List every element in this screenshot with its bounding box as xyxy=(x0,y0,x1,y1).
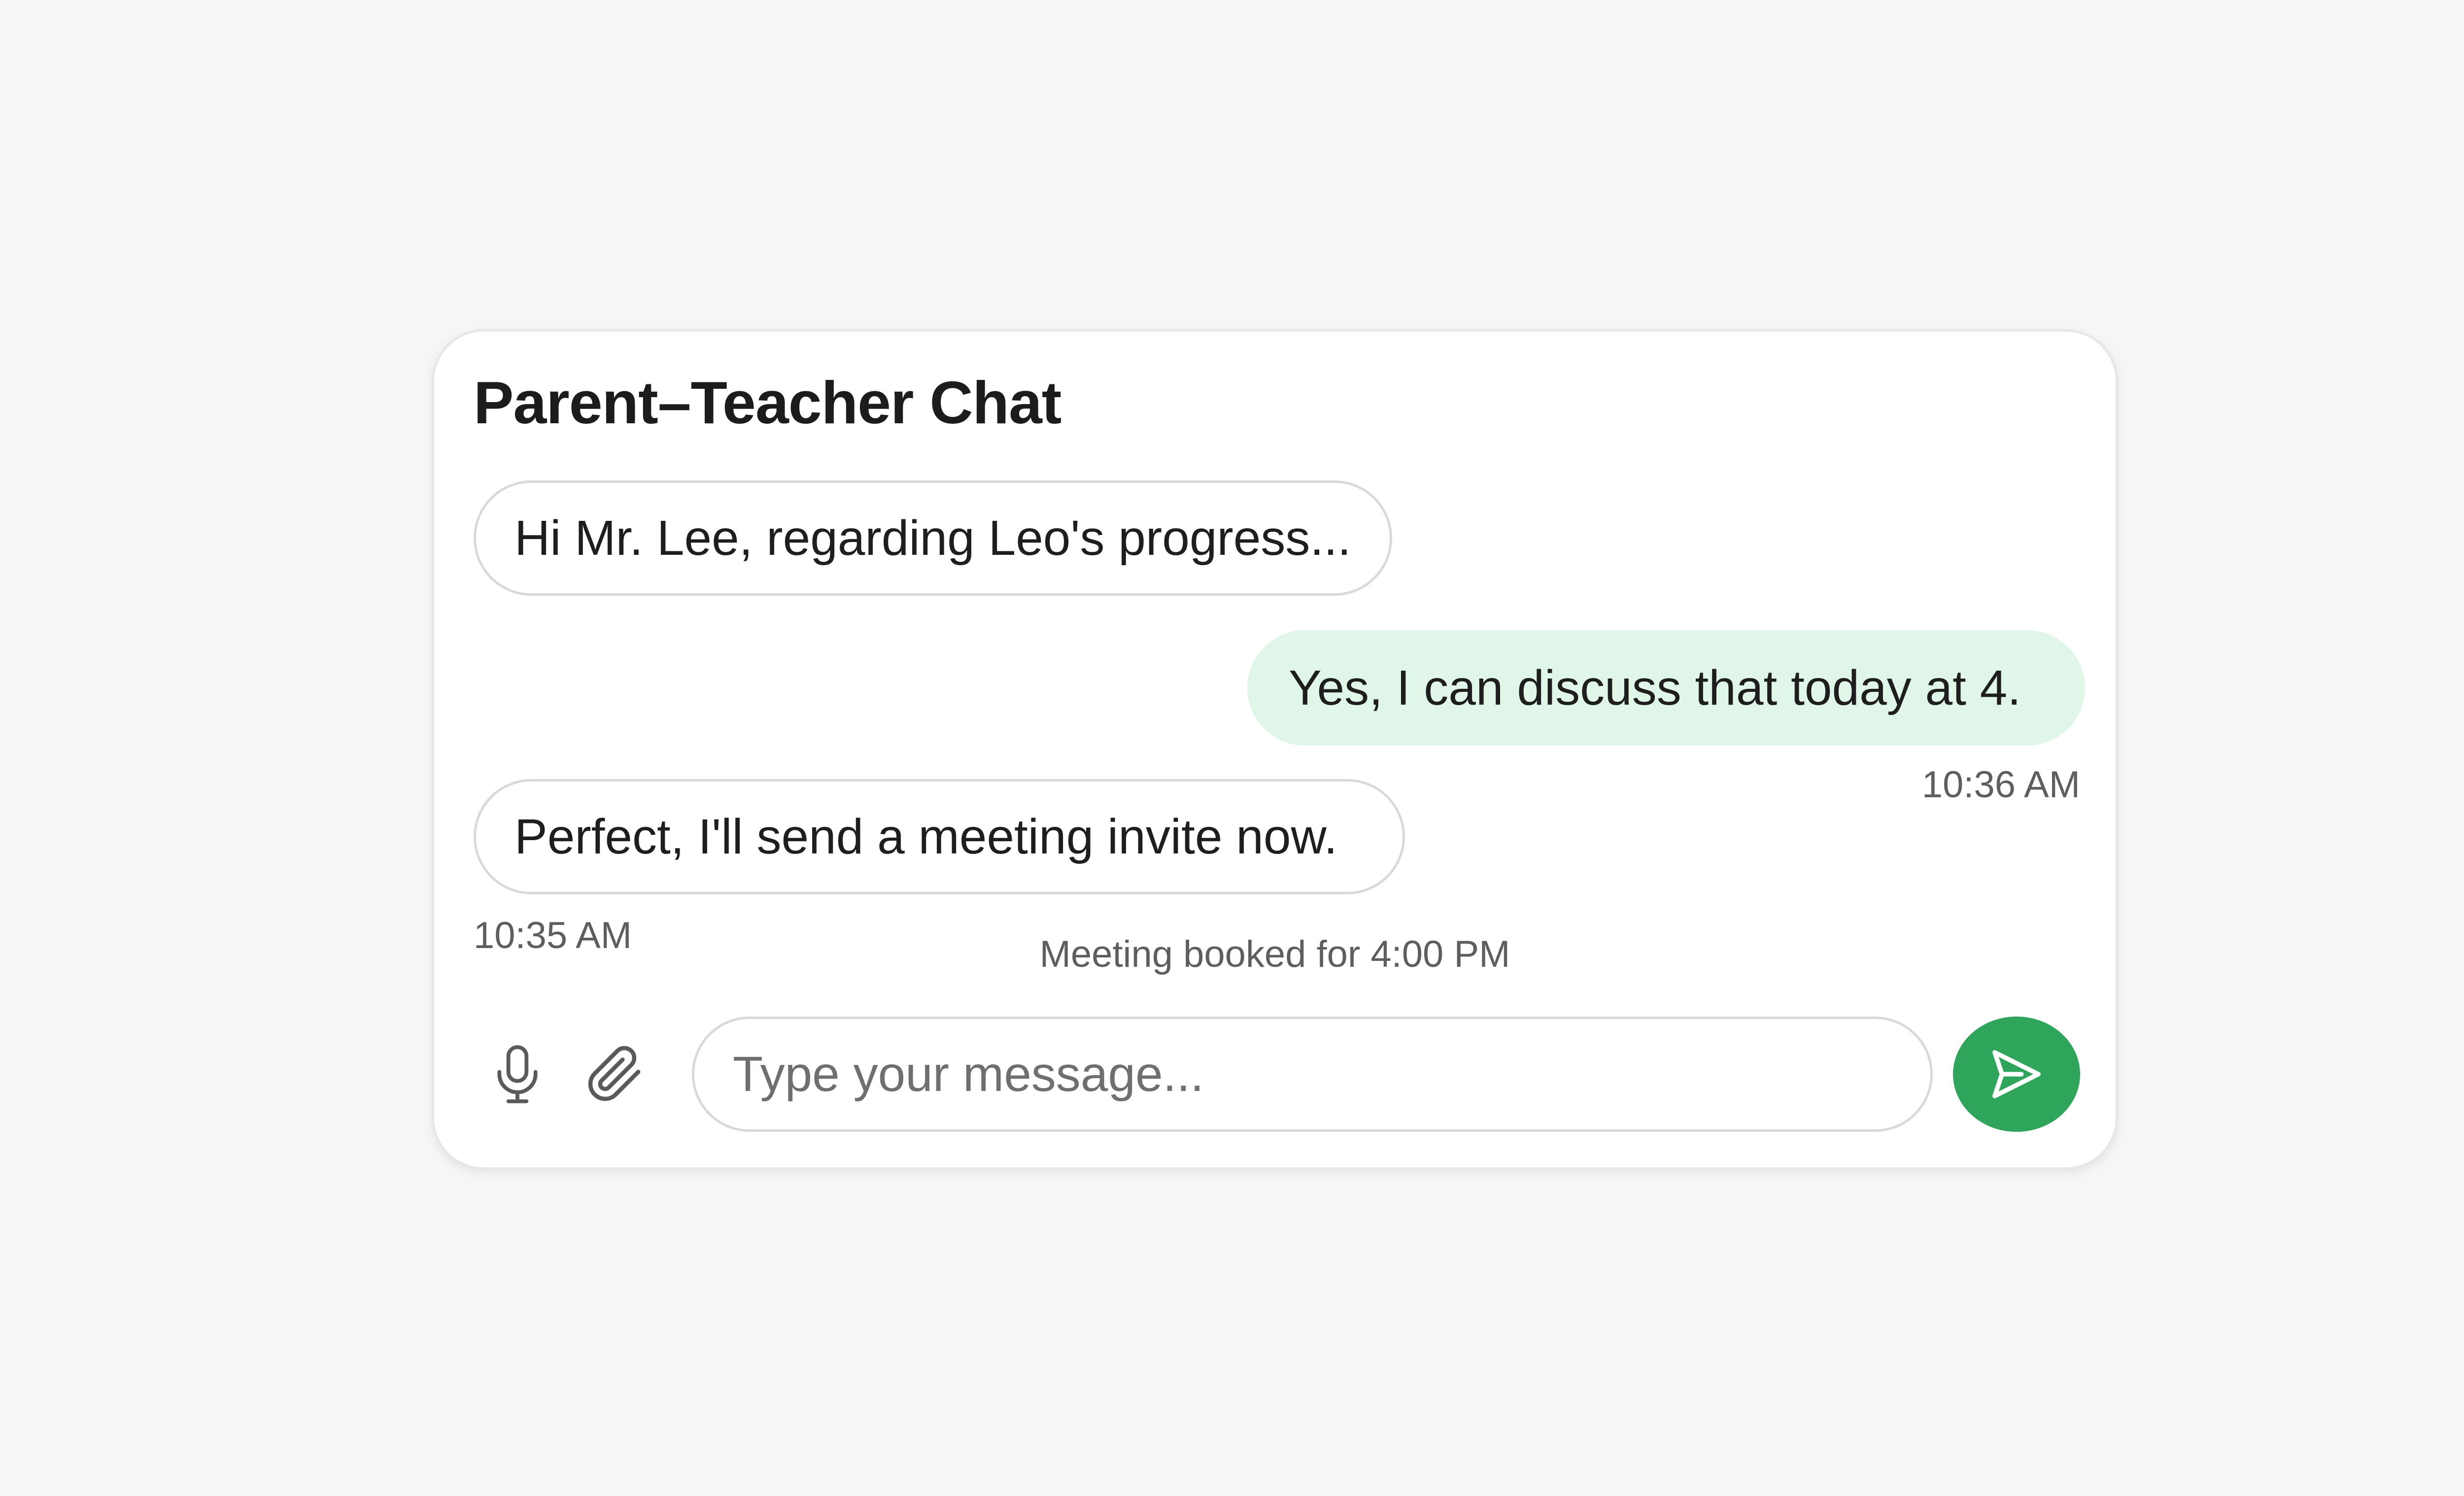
message-input[interactable] xyxy=(692,1017,1933,1132)
meeting-booked-note: Meeting booked for 4:00 PM xyxy=(1039,933,1510,975)
chat-title: Parent–Teacher Chat xyxy=(474,369,1061,436)
send-icon xyxy=(1992,1050,2041,1098)
message-bubble-incoming: Hi Mr. Lee, regarding Leo's progress... xyxy=(474,480,1392,596)
message-bubble-incoming: Perfect, I'll send a meeting invite now. xyxy=(474,779,1405,894)
chat-card: Parent–Teacher Chat Hi Mr. Lee, regardin… xyxy=(432,329,2118,1170)
message-bubble-outgoing: Yes, I can discuss that today at 4. xyxy=(1247,630,2085,746)
message-text: Perfect, I'll send a meeting invite now. xyxy=(514,809,1337,864)
message-text: Yes, I can discuss that today at 4. xyxy=(1289,660,2021,715)
microphone-button[interactable] xyxy=(485,1042,549,1106)
message-timestamp: 10:36 AM xyxy=(1921,764,2080,806)
attach-button[interactable] xyxy=(583,1042,647,1106)
message-text: Hi Mr. Lee, regarding Leo's progress... xyxy=(514,510,1351,566)
send-button[interactable] xyxy=(1953,1017,2080,1132)
microphone-icon xyxy=(497,1045,538,1103)
message-composer xyxy=(474,1017,2081,1132)
paperclip-icon xyxy=(588,1046,641,1101)
